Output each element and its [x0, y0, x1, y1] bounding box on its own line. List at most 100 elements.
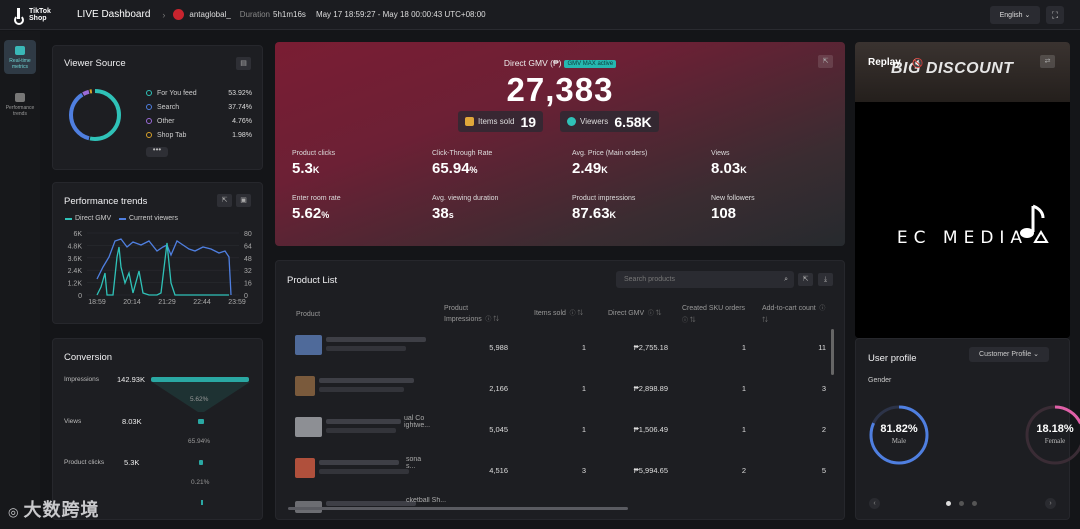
more-button[interactable]: •••	[146, 146, 168, 157]
y-tick-left: 2.4K	[68, 268, 83, 275]
language-dropdown[interactable]: English ⌄	[990, 6, 1040, 24]
account-name[interactable]: antaglobal_	[189, 10, 230, 19]
legend-current-viewers: Current viewers	[119, 215, 178, 222]
vertical-scrollbar[interactable]	[831, 329, 834, 375]
product-name-fragment: ual Co ightwe...	[404, 415, 431, 429]
product-thumbnail	[295, 376, 315, 396]
conversion-rate: 65.94%	[188, 438, 211, 445]
duration-value: 5h1m16s	[273, 10, 306, 19]
y-tick-left: 0	[78, 293, 82, 300]
y-tick-right: 48	[244, 256, 252, 263]
duration-label: Duration	[239, 10, 271, 19]
export-icon[interactable]: ⇱	[798, 273, 813, 286]
column-header-product[interactable]: Product	[296, 309, 320, 320]
column-header-gmv[interactable]: Direct GMV ⓘ ⇅	[608, 308, 662, 320]
account-avatar	[173, 9, 185, 20]
eye-icon	[567, 117, 576, 126]
sidebar-item-label: Real-time metrics	[9, 58, 31, 70]
export-icon[interactable]: ⇱	[217, 194, 232, 207]
conversion-stage-label: Views	[64, 418, 82, 425]
table-row[interactable]: sona s... 4,516 3 ₱5,994.65 2 5	[286, 452, 826, 493]
metric-enter-room-rate: Enter room rate 5.62%	[292, 195, 341, 222]
logo-line1: TikTok	[29, 7, 51, 15]
column-header-items-sold[interactable]: Items sold ⓘ ⇅	[534, 308, 583, 320]
next-arrow-icon[interactable]: ›	[1045, 498, 1056, 509]
dashboard-icon	[15, 46, 25, 55]
mute-icon[interactable]: 🔇	[912, 58, 923, 69]
y-tick-left: 3.6K	[68, 256, 83, 263]
items-sold-icon	[465, 117, 474, 126]
y-tick-left: 4.8K	[68, 243, 83, 250]
conversion-stage-label: Impressions	[64, 376, 100, 383]
viewer-source-card: Viewer Source ▤ For You feed 53.92% Searc…	[52, 45, 263, 170]
prev-arrow-icon[interactable]: ‹	[869, 498, 880, 509]
carousel-dot[interactable]	[946, 501, 951, 506]
tiktok-shop-logo: TikTok Shop	[14, 7, 66, 25]
viewers-pill: Viewers 6.58K	[560, 111, 659, 132]
views-bar	[198, 419, 204, 424]
date-range: May 17 18:59:27 - May 18 00:00:43 UTC+08…	[315, 10, 486, 19]
watermark: ◎ 大数跨境	[8, 500, 100, 520]
swap-icon[interactable]: ⇄	[1040, 55, 1055, 68]
legend-dot	[146, 132, 152, 138]
y-tick-right: 64	[244, 243, 252, 250]
performance-trends-card: Performance trends ⇱ ▣ Direct GMV Curren…	[52, 182, 263, 324]
female-stat: 18.18% Female	[1036, 423, 1074, 445]
trends-icon	[15, 93, 25, 102]
dashboard-title: LIVE Dashboard	[77, 9, 151, 20]
table-row[interactable]: 2,166 1 ₱2,898.89 1 3	[286, 370, 826, 411]
legend-direct-gmv: Direct GMV	[65, 215, 111, 222]
conversion-title: Conversion	[64, 352, 113, 363]
product-clicks-bar	[199, 460, 203, 465]
legend-dot	[146, 118, 152, 124]
breadcrumb-separator-icon: ›	[162, 9, 166, 20]
x-tick: 23:59	[228, 299, 246, 306]
product-name-fragment: sona s...	[406, 456, 422, 470]
replay-panel[interactable]: BIG DISCOUNT Replay 🔇 ⇄ EC MEDIA	[855, 42, 1070, 338]
search-input[interactable]: Search products ⌕	[616, 271, 794, 288]
metric-new-followers: New followers 108	[711, 195, 755, 222]
product-thumbnail	[295, 417, 322, 437]
orders-bar	[201, 500, 203, 505]
gmv-max-badge: GMV MAX active	[564, 59, 617, 68]
customer-profile-dropdown[interactable]: Customer Profile ⌄	[969, 347, 1049, 362]
x-tick: 20:14	[123, 299, 141, 306]
legend-item: For You feed 53.92%	[146, 86, 252, 100]
gender-label: Gender	[868, 377, 892, 384]
sidebar-item-realtime[interactable]: Real-time metrics	[4, 40, 36, 74]
column-header-impressions[interactable]: Product Impressions ⓘ ⇅	[444, 303, 504, 326]
viewer-source-title: Viewer Source	[64, 58, 126, 69]
sidebar-item-label: Performance trends	[5, 105, 35, 117]
download-icon[interactable]: ⤓	[818, 273, 833, 286]
y-tick-right: 32	[244, 268, 252, 275]
logo-line2: Shop	[29, 14, 47, 22]
conversion-stage-value: 8.03K	[122, 417, 142, 426]
chart-view-icon[interactable]: ▣	[236, 194, 251, 207]
column-header-add-to-cart[interactable]: Add-to-cart count ⓘ ⇅	[762, 303, 828, 327]
table-row[interactable]: ual Co ightwe... 5,045 1 ₱1,506.49 1 2	[286, 411, 826, 452]
user-profile-title: User profile	[868, 353, 917, 364]
metric-avg-price: Avg. Price (Main orders) 2.49K	[572, 150, 648, 177]
carousel-dot[interactable]	[959, 501, 964, 506]
x-tick: 21:29	[158, 299, 176, 306]
fullscreen-icon[interactable]: ⛶	[1046, 6, 1064, 24]
product-thumbnail	[295, 335, 322, 355]
conversion-stage-value: 5.3K	[124, 458, 140, 467]
table-row[interactable]: 5,988 1 ₱2,755.18 1 11	[286, 329, 826, 370]
horizontal-scrollbar[interactable]	[288, 507, 628, 510]
music-note-icon	[1020, 204, 1049, 243]
info-icon: ⓘ ⇅	[483, 317, 500, 323]
sidebar: Real-time metrics Performance trends	[0, 31, 40, 529]
search-icon[interactable]: ⌕	[784, 271, 788, 288]
replay-overlay-text: BIG DISCOUNT	[891, 60, 1014, 77]
legend-dot	[146, 90, 152, 96]
viewer-source-donut	[69, 89, 121, 141]
conversion-stage-label: Product clicks	[64, 459, 105, 466]
legend-dot	[146, 104, 152, 110]
sidebar-item-performance[interactable]: Performance trends	[4, 87, 36, 117]
book-icon[interactable]: ▤	[236, 57, 251, 70]
tiktok-logo-icon	[14, 7, 26, 25]
carousel-dot[interactable]	[972, 501, 977, 506]
conversion-rate: 5.62%	[190, 396, 209, 403]
column-header-sku-orders[interactable]: Created SKU orders ⓘ ⇅	[682, 303, 748, 327]
